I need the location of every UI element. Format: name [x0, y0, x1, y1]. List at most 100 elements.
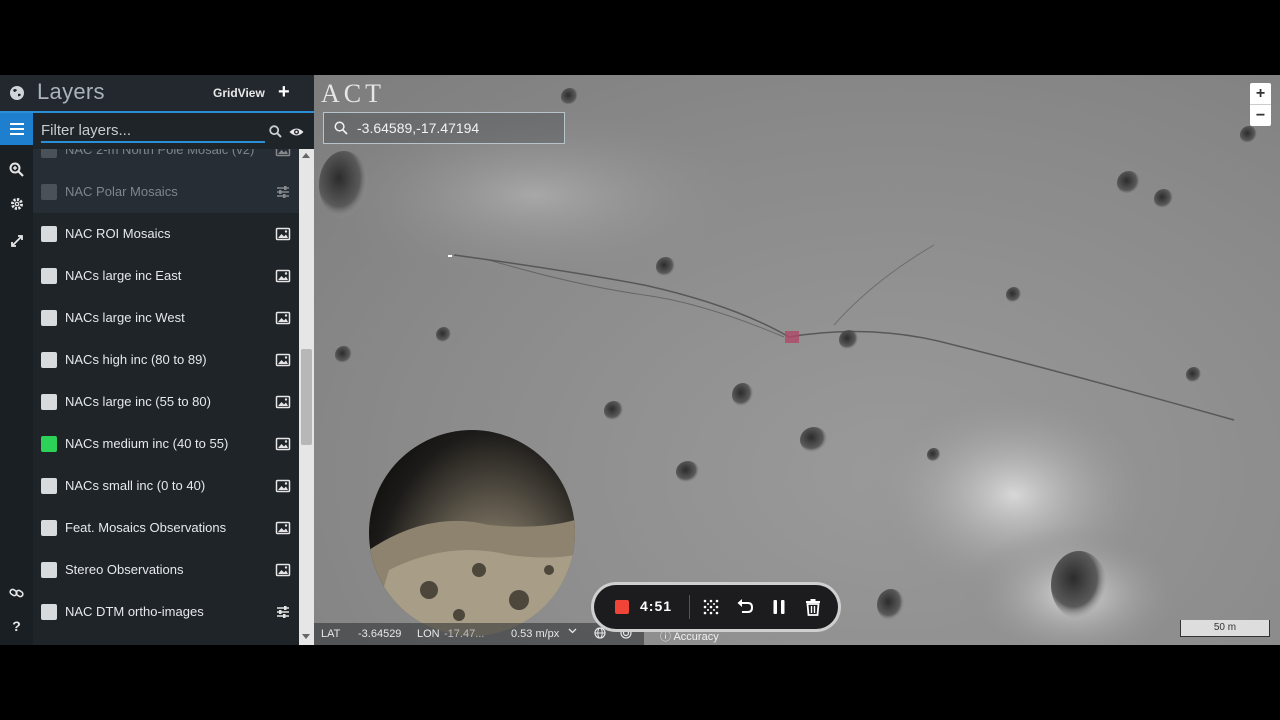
layers-sidebar: Layers GridView + ? Filter layers... NAC… — [0, 75, 314, 645]
screen-recorder-bar: 4:51 — [594, 585, 838, 629]
layer-label: Stereo Observations — [65, 562, 184, 577]
add-layer-button[interactable]: + — [278, 80, 290, 104]
gear-icon[interactable] — [0, 188, 33, 220]
accuracy-label: Accuracy — [673, 631, 719, 643]
sidebar-header: Layers GridView + — [0, 75, 314, 111]
layer-row[interactable]: NACs small inc (0 to 40) — [33, 465, 299, 507]
trash-icon[interactable] — [803, 597, 823, 617]
pause-icon[interactable] — [769, 597, 789, 617]
globe-icon[interactable] — [9, 85, 25, 101]
sliders-icon[interactable] — [275, 184, 291, 200]
menu-icon[interactable] — [0, 113, 33, 145]
act-logo: ACT — [321, 79, 385, 108]
layer-checkbox[interactable] — [41, 478, 57, 494]
stop-recording-button[interactable] — [615, 600, 629, 614]
scroll-down-arrow-icon[interactable] — [302, 634, 310, 639]
layer-checkbox[interactable] — [41, 352, 57, 368]
undo-icon[interactable] — [735, 597, 755, 617]
filter-bar — [33, 113, 314, 149]
image-icon[interactable] — [275, 226, 291, 242]
layer-checkbox[interactable] — [41, 184, 57, 200]
accuracy-indicator[interactable]: ⓘ Accuracy — [660, 628, 719, 644]
layer-list: NAC 2-m North Pole Mosaic (v2) NAC Polar … — [33, 149, 299, 645]
gridview-button[interactable]: GridView — [213, 86, 265, 100]
image-icon[interactable] — [275, 520, 291, 536]
image-icon[interactable] — [275, 268, 291, 284]
scale-bar: 50 m — [1180, 620, 1270, 637]
sidebar-title: Layers — [37, 79, 105, 104]
layer-row[interactable]: NAC 2-m North Pole Mosaic (v2) — [33, 149, 299, 171]
layer-label: Feat. Mosaics Observations — [65, 520, 227, 535]
link-icon[interactable] — [0, 577, 33, 609]
expand-icon[interactable] — [0, 225, 33, 257]
layer-checkbox[interactable] — [41, 520, 57, 536]
layer-label: NACs medium inc (40 to 55) — [65, 436, 229, 451]
image-icon[interactable] — [275, 149, 291, 158]
image-icon[interactable] — [275, 310, 291, 326]
image-icon[interactable] — [275, 478, 291, 494]
image-icon[interactable] — [275, 436, 291, 452]
zoom-control: + − — [1250, 83, 1271, 126]
layer-row[interactable]: NAC Polar Mosaics — [33, 171, 299, 213]
layer-checkbox[interactable] — [41, 149, 57, 158]
coordinate-search-icon — [334, 121, 348, 135]
inset-moon-image — [369, 520, 575, 636]
help-icon[interactable]: ? — [0, 610, 33, 642]
sliders-icon[interactable] — [275, 604, 291, 620]
image-icon[interactable] — [275, 394, 291, 410]
layer-row[interactable]: NACs large inc West — [33, 297, 299, 339]
recorder-divider — [689, 595, 690, 619]
grid-dots-icon[interactable] — [701, 597, 721, 617]
zoom-search-icon[interactable] — [0, 153, 33, 185]
layer-checkbox[interactable] — [41, 226, 57, 242]
layer-checkbox[interactable] — [41, 394, 57, 410]
scroll-up-arrow-icon[interactable] — [302, 153, 310, 158]
layer-checkbox[interactable] — [41, 604, 57, 620]
app-window: Layers GridView + ? Filter layers... NAC… — [0, 75, 1280, 645]
scroll-thumb[interactable] — [301, 349, 312, 445]
status-bar: LAT -3.64529 LON -17.47... 0.53 m/px — [314, 623, 644, 645]
zoom-in-button[interactable]: + — [1250, 83, 1271, 104]
image-icon[interactable] — [275, 562, 291, 578]
layer-row[interactable]: NACs large inc East — [33, 255, 299, 297]
lon-label: LON — [417, 628, 440, 640]
layer-row[interactable]: Stereo Observations — [33, 549, 299, 591]
layer-checkbox[interactable] — [41, 562, 57, 578]
layer-row[interactable]: NACs medium inc (40 to 55) — [33, 423, 299, 465]
layer-label: NACs large inc (55 to 80) — [65, 394, 211, 409]
layer-label: NACs large inc East — [65, 268, 182, 283]
globe-toggle-icon[interactable] — [594, 627, 606, 642]
layer-label: NAC DTM ortho-images — [65, 604, 204, 619]
layer-label: NACs high inc (80 to 89) — [65, 352, 207, 367]
chevron-down-icon[interactable] — [568, 626, 577, 638]
layer-label: NAC 2-m North Pole Mosaic (v2) — [65, 149, 255, 157]
layer-row[interactable]: NACs high inc (80 to 89) — [33, 339, 299, 381]
coordinate-input-value[interactable]: -3.64589,-17.47194 — [357, 120, 479, 136]
lon-value: -17.47... — [444, 628, 485, 640]
lat-value: -3.64529 — [358, 628, 402, 640]
image-icon[interactable] — [275, 352, 291, 368]
recording-timer: 4:51 — [640, 598, 673, 614]
search-icon[interactable] — [269, 125, 282, 138]
camera-inset-circle — [369, 430, 575, 636]
resolution-dropdown[interactable]: 0.53 m/px — [511, 628, 559, 640]
map-view[interactable]: ACT -3.64589,-17.47194 + − LAT -3.64529 … — [314, 75, 1280, 645]
layer-checkbox[interactable] — [41, 268, 57, 284]
layer-label: NAC Polar Mosaics — [65, 184, 178, 199]
layer-label: NAC ROI Mosaics — [65, 226, 171, 241]
layer-row[interactable]: NAC DTM ortho-images — [33, 591, 299, 633]
layer-row[interactable]: Feat. Mosaics Observations — [33, 507, 299, 549]
layer-row[interactable]: NAC ROI Mosaics — [33, 213, 299, 255]
layer-list-scrollbar[interactable] — [299, 149, 314, 645]
zoom-out-button[interactable]: − — [1250, 104, 1271, 126]
eye-icon[interactable] — [289, 127, 304, 137]
coordinate-search-box[interactable]: -3.64589,-17.47194 — [323, 112, 565, 144]
layer-row[interactable]: NACs large inc (55 to 80) — [33, 381, 299, 423]
target-icon[interactable] — [620, 627, 632, 642]
layer-checkbox[interactable] — [41, 310, 57, 326]
layer-label: NACs small inc (0 to 40) — [65, 478, 206, 493]
tool-strip: ? — [0, 113, 33, 645]
layer-checkbox[interactable] — [41, 436, 57, 452]
filter-layers-input[interactable] — [41, 119, 265, 143]
layer-label: NACs large inc West — [65, 310, 185, 325]
